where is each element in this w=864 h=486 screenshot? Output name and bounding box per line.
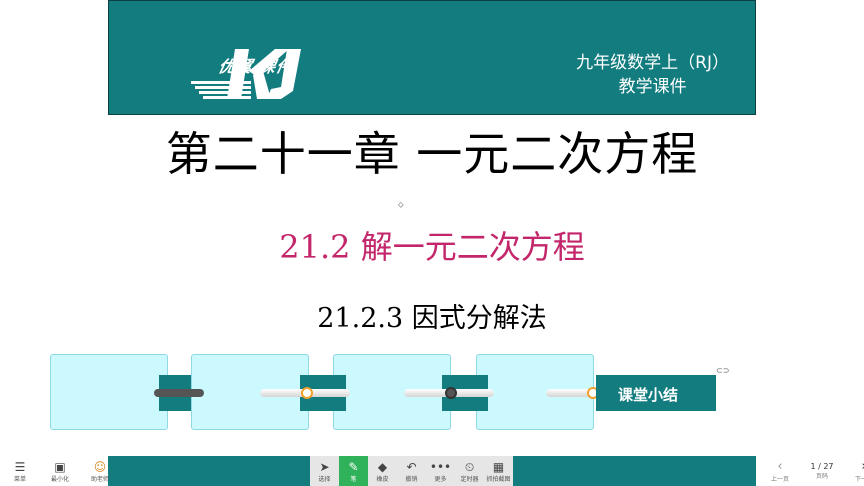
more-button[interactable]: ••• 更多 [426,456,455,486]
cursor-dot: ⬦ [398,200,404,209]
screenshot-icon: ▦ [492,459,505,474]
next-page-button[interactable]: › 下一页 [844,456,864,486]
slider-knob-3[interactable] [445,387,457,399]
slider-track-1 [154,389,204,397]
grade-line-2: 教学课件 [618,77,687,97]
cursor-icon: ➤ [319,459,330,474]
grade-line-1: 九年级数学上（RJ） [576,53,729,73]
subsection-title: 21.2.3 因式分解法 [317,303,547,334]
section-title: 21.2 解一元二次方程 [279,228,585,266]
toolbar-center: ➤ 选择 ✎ 笔 ◆ 橡皮 ↶ 撤销 ••• 更多 ⏲ 定时器 ▦ 抓拍截图 [310,456,513,486]
toolbar-left: ☰ 菜单 ▣ 最小化 ☺ 助老师 [0,456,120,486]
pen-tool-button[interactable]: ✎ 笔 [339,456,368,486]
logo-wordmark: 优翼 课件 [216,57,296,76]
minimize-button[interactable]: ▣ 最小化 [40,456,80,486]
slide-canvas: 优翼 课件 九年级数学上（RJ） 教学课件 第二十一章 一元二次方程 ⬦ 21.… [50,0,756,486]
pen-icon: ✎ [348,459,359,474]
page-indicator[interactable]: 1 / 27 页码 [800,456,844,486]
undo-button[interactable]: ↶ 撤销 [397,456,426,486]
link-icon: ⊂⊃ [716,366,730,375]
select-tool-button[interactable]: ➤ 选择 [310,456,339,486]
toolbar-right: ‹ 上一页 1 / 27 页码 › 下一页 [760,456,864,486]
teacher-button[interactable]: ☺ 助老师 [80,456,120,486]
timer-icon: ⏲ [464,459,475,474]
undo-icon: ↶ [406,459,417,474]
chapter-title: 第二十一章 一元二次方程 [165,127,699,181]
summary-label: 课堂小结 [618,386,679,404]
grade-label: 九年级数学上（RJ） 教学课件 [576,51,729,99]
more-icon: ••• [429,459,452,474]
prev-page-button[interactable]: ‹ 上一页 [760,456,800,486]
teacher-avatar-icon: ☺ [93,459,107,474]
eraser-icon: ◆ [377,459,388,474]
menu-icon: ☰ [14,459,26,474]
eraser-tool-button[interactable]: ◆ 橡皮 [368,456,397,486]
screenshot-button[interactable]: ▦ 抓拍截图 [484,456,513,486]
timer-button[interactable]: ⏲ 定时器 [455,456,484,486]
slider-knob-2[interactable] [301,387,313,399]
minimize-icon: ▣ [54,459,66,474]
header-banner: 优翼 课件 九年级数学上（RJ） 教学课件 [108,0,756,115]
chevron-left-icon: ‹ [777,459,783,474]
nav-card-1[interactable] [50,354,168,430]
menu-button[interactable]: ☰ 菜单 [0,456,40,486]
